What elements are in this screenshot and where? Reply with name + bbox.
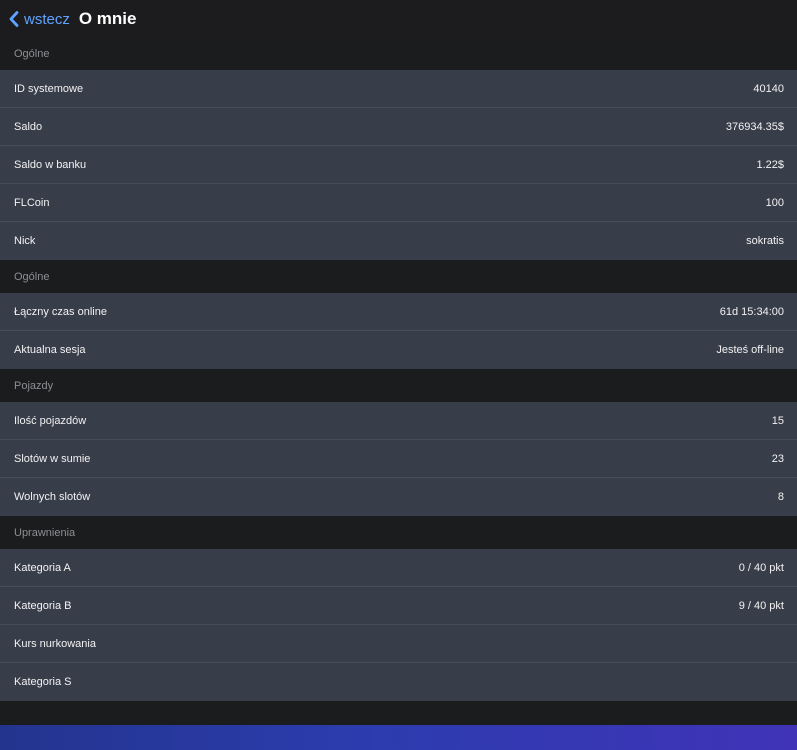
section-general-rows: ID systemowe 40140 Saldo 376934.35$ Sald… (0, 70, 797, 260)
row-label: Kurs nurkowania (14, 637, 96, 650)
row-value: 9 / 40 pkt (738, 599, 784, 612)
section-time-rows: Łączny czas online 61d 15:34:00 Aktualna… (0, 293, 797, 369)
row-flcoin[interactable]: FLCoin 100 (0, 184, 797, 222)
row-label: Slotów w sumie (14, 452, 91, 465)
about-me-screen: wstecz O mnie Ogólne ID systemowe 40140 … (0, 0, 797, 750)
row-value: 23 (771, 452, 784, 465)
row-value: Jesteś off-line (716, 344, 784, 356)
section-vehicles-rows: Ilość pojazdów 15 Slotów w sumie 23 Woln… (0, 402, 797, 516)
row-value: 376934.35$ (725, 120, 784, 133)
row-value: sokratis (746, 235, 784, 247)
row-value: 100 (765, 196, 784, 209)
row-label: Ilość pojazdów (14, 414, 87, 427)
section-header-permissions: Uprawnienia (0, 516, 797, 549)
back-button-label[interactable]: wstecz (24, 11, 70, 28)
row-label: FLCoin (14, 196, 50, 209)
row-vehicle-count[interactable]: Ilość pojazdów 15 (0, 402, 797, 440)
row-value: 40140 (753, 82, 784, 95)
section-header-time: Ogólne (0, 260, 797, 293)
row-value: 15 (771, 414, 784, 427)
chevron-left-icon (9, 11, 24, 27)
row-nick[interactable]: Nick sokratis (0, 222, 797, 260)
row-label: Kategoria B (14, 599, 72, 612)
row-label: Nick (14, 235, 36, 247)
row-bank-balance[interactable]: Saldo w banku 1.22$ (0, 146, 797, 184)
row-category-s[interactable]: Kategoria S (0, 663, 797, 701)
section-permissions-rows: Kategoria A 0 / 40 pkt Kategoria B 9 / 4… (0, 549, 797, 701)
bottom-gradient-bar (0, 725, 797, 750)
row-diving-course[interactable]: Kurs nurkowania (0, 625, 797, 663)
row-label: Saldo (14, 120, 43, 133)
section-header-general: Ogólne (0, 38, 797, 70)
row-label: Aktualna sesja (14, 344, 86, 356)
row-total-online-time[interactable]: Łączny czas online 61d 15:34:00 (0, 293, 797, 331)
row-label: Saldo w banku (14, 158, 87, 171)
row-system-id[interactable]: ID systemowe 40140 (0, 70, 797, 108)
row-label: Kategoria A (14, 561, 71, 574)
page-title: O mnie (78, 9, 137, 28)
row-label: Wolnych slotów (14, 491, 91, 503)
row-value: 1.22$ (756, 158, 784, 171)
row-free-slots[interactable]: Wolnych slotów 8 (0, 478, 797, 516)
row-balance[interactable]: Saldo 376934.35$ (0, 108, 797, 146)
row-label: ID systemowe (14, 82, 84, 95)
section-header-vehicles: Pojazdy (0, 369, 797, 402)
row-value: 8 (777, 491, 784, 503)
navigation-bar: wstecz O mnie (0, 0, 797, 38)
row-value: 0 / 40 pkt (738, 561, 784, 574)
row-category-a[interactable]: Kategoria A 0 / 40 pkt (0, 549, 797, 587)
back-button[interactable]: wstecz (9, 11, 70, 28)
row-label: Łączny czas online (14, 305, 107, 318)
row-current-session[interactable]: Aktualna sesja Jesteś off-line (0, 331, 797, 369)
row-total-slots[interactable]: Slotów w sumie 23 (0, 440, 797, 478)
row-category-b[interactable]: Kategoria B 9 / 40 pkt (0, 587, 797, 625)
row-label: Kategoria S (14, 676, 72, 688)
row-value: 61d 15:34:00 (719, 305, 784, 318)
